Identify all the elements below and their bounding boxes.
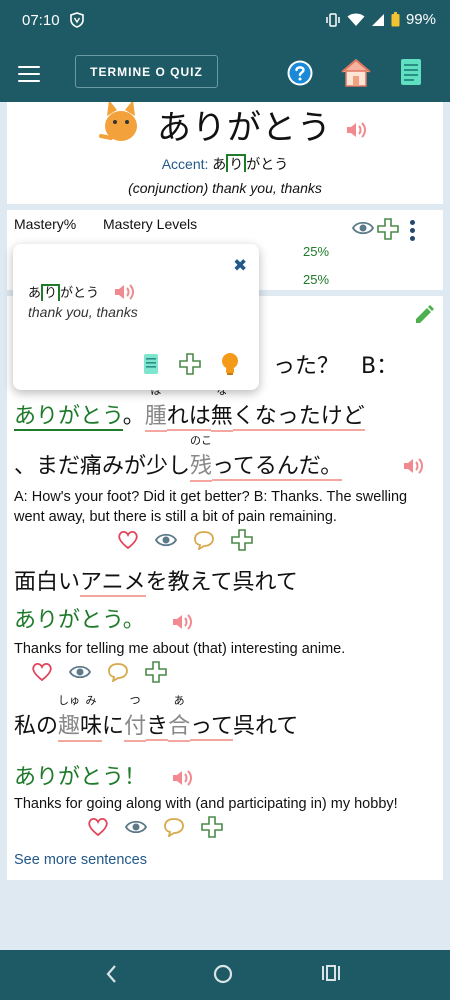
target-word[interactable]: ありがとう bbox=[14, 404, 123, 431]
home-icon[interactable] bbox=[339, 58, 373, 88]
sentence-3-translation: Thanks for going along with (and partici… bbox=[14, 796, 398, 812]
status-bar: 07:10 99% bbox=[0, 0, 450, 44]
vibrate-icon bbox=[326, 12, 340, 27]
recents-icon[interactable] bbox=[321, 964, 341, 982]
word-pos: (conjunction) bbox=[128, 180, 209, 196]
pitch-before: あ bbox=[212, 156, 227, 172]
word-popup: ✖ ありがとう thank you, thanks bbox=[13, 244, 259, 390]
signal-icon bbox=[371, 13, 384, 26]
ruby-word[interactable]: しゅ趣 bbox=[58, 694, 81, 742]
add-icon[interactable] bbox=[377, 218, 399, 240]
target-word[interactable]: ありがとう bbox=[14, 608, 123, 633]
battery-icon bbox=[391, 12, 400, 27]
popup-meaning: thank you, thanks bbox=[28, 304, 138, 320]
heart-icon[interactable] bbox=[117, 530, 139, 550]
add-icon[interactable] bbox=[179, 353, 201, 375]
back-icon[interactable] bbox=[104, 963, 120, 985]
quiz-button[interactable]: TERMINE O QUIZ bbox=[75, 55, 218, 88]
speaker-icon[interactable] bbox=[113, 282, 135, 302]
word-card: ありがとう Accent: ありがとう (conjunction) thank … bbox=[7, 102, 443, 204]
eye-icon[interactable] bbox=[125, 819, 147, 835]
status-time: 07:10 bbox=[22, 12, 60, 29]
ruby-word[interactable]: つ付 bbox=[124, 694, 147, 742]
vpn-shield-icon bbox=[70, 12, 84, 28]
add-icon[interactable] bbox=[145, 661, 167, 683]
edit-icon[interactable] bbox=[413, 304, 435, 326]
sentence-1-line-1: った？ B： bbox=[273, 354, 399, 379]
word-kana: ありがとう bbox=[157, 108, 332, 148]
sentence-3-actions bbox=[87, 816, 223, 838]
sentence-2-translation: Thanks for telling me about (that) inter… bbox=[14, 641, 346, 657]
speaker-icon[interactable] bbox=[345, 120, 367, 140]
sentence-2-actions bbox=[31, 661, 167, 683]
accent-label: Accent: bbox=[161, 156, 209, 172]
comment-icon[interactable] bbox=[107, 662, 129, 682]
popup-pitch-word: ありがとう bbox=[28, 284, 100, 301]
cat-mascot-icon bbox=[99, 102, 137, 141]
heart-icon[interactable] bbox=[31, 662, 53, 682]
ruby-word[interactable]: のこ残 bbox=[190, 434, 213, 482]
sentence-2-line-2: ありがとう。 bbox=[14, 608, 145, 633]
sentence-2-line-1: 面白いアニメを教えて呉れて bbox=[14, 570, 298, 597]
mastery-levels-title: Mastery Levels bbox=[103, 216, 198, 232]
pitch-after: がとう bbox=[246, 156, 289, 172]
add-icon[interactable] bbox=[201, 816, 223, 838]
eye-icon[interactable] bbox=[352, 220, 374, 236]
sentence-3-line-1: 私の しゅ趣み味につ付きあ合って呉れて bbox=[14, 694, 298, 742]
menu-icon[interactable] bbox=[18, 66, 40, 82]
comment-icon[interactable] bbox=[193, 530, 215, 550]
word-definition: thank you, thanks bbox=[208, 180, 322, 196]
mastery-title: Mastery% bbox=[14, 216, 77, 232]
lightbulb-icon[interactable] bbox=[221, 352, 239, 376]
notebook-icon[interactable] bbox=[143, 353, 159, 375]
mastery-pct-2: 25% bbox=[303, 272, 330, 287]
more-options-icon[interactable] bbox=[410, 220, 416, 242]
see-more-link[interactable]: See more sentences bbox=[14, 852, 147, 868]
content-area[interactable]: ありがとう Accent: ありがとう (conjunction) thank … bbox=[0, 102, 450, 950]
help-icon[interactable] bbox=[287, 60, 313, 86]
system-navigation-bar bbox=[0, 950, 450, 1000]
popup-actions bbox=[143, 352, 239, 376]
sentence-1-translation: A: How's your foot? Did it get better? B… bbox=[14, 489, 408, 525]
ruby-word[interactable]: み味 bbox=[80, 694, 103, 742]
add-icon[interactable] bbox=[231, 529, 253, 551]
wifi-icon bbox=[347, 13, 365, 26]
sentence-1-actions bbox=[117, 529, 253, 551]
ruby-word[interactable]: あ合 bbox=[168, 694, 191, 742]
sentence-1-line-3: 、まだ痛みが少し のこ 残ってるんだ。 bbox=[14, 434, 343, 482]
eye-icon[interactable] bbox=[69, 664, 91, 680]
speaker-icon[interactable] bbox=[402, 456, 424, 476]
target-word[interactable]: ありがとう bbox=[14, 765, 124, 790]
notebook-icon[interactable] bbox=[400, 58, 422, 86]
pitch-accent: ありがとう bbox=[212, 154, 288, 172]
speaker-icon[interactable] bbox=[171, 612, 193, 632]
word-meaning: (conjunction) thank you, thanks bbox=[7, 180, 443, 196]
comment-icon[interactable] bbox=[163, 817, 185, 837]
accent-line: Accent: ありがとう bbox=[7, 154, 443, 174]
home-button-icon[interactable] bbox=[212, 963, 234, 985]
heart-icon[interactable] bbox=[87, 817, 109, 837]
mastery-pct-1: 25% bbox=[303, 244, 330, 259]
pitch-high: り bbox=[226, 154, 247, 172]
app-bar: TERMINE O QUIZ bbox=[0, 44, 450, 102]
ruby-word[interactable]: は腫 bbox=[144, 384, 167, 432]
battery-percent: 99% bbox=[405, 11, 436, 28]
sentence-3-line-2: ありがとう！ bbox=[14, 765, 147, 790]
eye-icon[interactable] bbox=[155, 532, 177, 548]
ruby-word[interactable]: な無 bbox=[210, 384, 233, 432]
speaker-icon[interactable] bbox=[171, 768, 193, 788]
close-icon[interactable]: ✖ bbox=[233, 256, 247, 276]
sentence-1-line-2: ありがとう。は腫れはな無くなったけど bbox=[14, 384, 365, 432]
